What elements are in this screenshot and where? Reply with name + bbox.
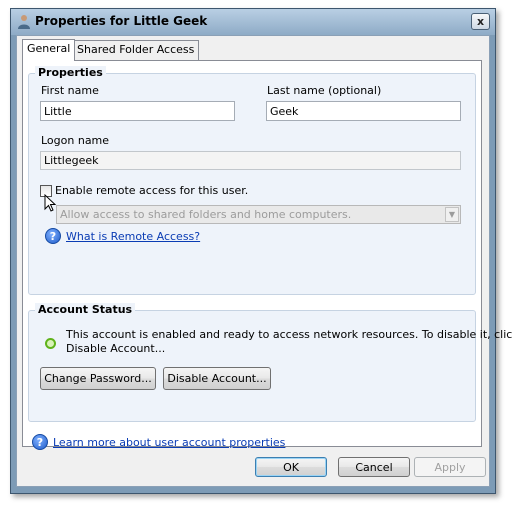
logon-name-field[interactable] <box>40 151 461 170</box>
learn-more-link[interactable]: Learn more about user account properties <box>53 436 285 449</box>
ok-button[interactable]: OK <box>255 457 327 477</box>
help-icon: ? <box>45 228 61 244</box>
disable-account-button[interactable]: Disable Account... <box>163 367 271 390</box>
remote-access-checkbox-label[interactable]: Enable remote access for this user. <box>55 184 248 197</box>
what-is-remote-access-link[interactable]: What is Remote Access? <box>66 230 200 243</box>
user-icon <box>18 15 30 29</box>
account-status-text-line2: Disable Account... <box>66 342 166 355</box>
apply-button[interactable]: Apply <box>414 457 486 477</box>
properties-dialog: Properties for Little Geek x General Sha… <box>10 8 513 494</box>
dialog-client-area: General Shared Folder Access Properties … <box>16 35 513 487</box>
account-status-group: Account Status This account is enabled a… <box>28 303 513 422</box>
status-ok-icon <box>45 338 56 349</box>
account-status-group-title: Account Status <box>35 303 136 316</box>
tab-shared-folder-access[interactable]: Shared Folder Access <box>72 40 200 60</box>
window-title: Properties for Little Geek <box>35 14 208 28</box>
tab-panel-general: Properties First name Last name (optiona… <box>22 60 513 450</box>
close-button[interactable]: x <box>471 13 490 30</box>
properties-group-title: Properties <box>35 66 106 79</box>
remote-access-dropdown-value: Allow access to shared folders and home … <box>60 208 352 221</box>
logon-name-label: Logon name <box>41 134 110 147</box>
tab-general-label: General <box>27 42 71 55</box>
help-icon: ? <box>32 434 48 450</box>
close-icon: x <box>476 15 485 28</box>
tab-general[interactable]: General <box>22 39 76 61</box>
remote-access-dropdown[interactable]: Allow access to shared folders and home … <box>56 205 461 224</box>
account-status-text-line1: This account is enabled and ready to acc… <box>66 328 513 341</box>
first-name-label: First name <box>41 84 99 97</box>
cancel-button[interactable]: Cancel <box>338 457 410 477</box>
title-bar[interactable]: Properties for Little Geek x <box>11 9 495 35</box>
properties-group: Properties First name Last name (optiona… <box>28 66 476 295</box>
first-name-field[interactable] <box>40 101 235 121</box>
tab-shared-folder-access-label: Shared Folder Access <box>77 43 195 56</box>
last-name-field[interactable] <box>266 101 461 121</box>
last-name-label: Last name (optional) <box>267 84 382 97</box>
change-password-button[interactable]: Change Password... <box>40 367 156 390</box>
dropdown-arrow-icon[interactable]: ▼ <box>445 207 459 222</box>
